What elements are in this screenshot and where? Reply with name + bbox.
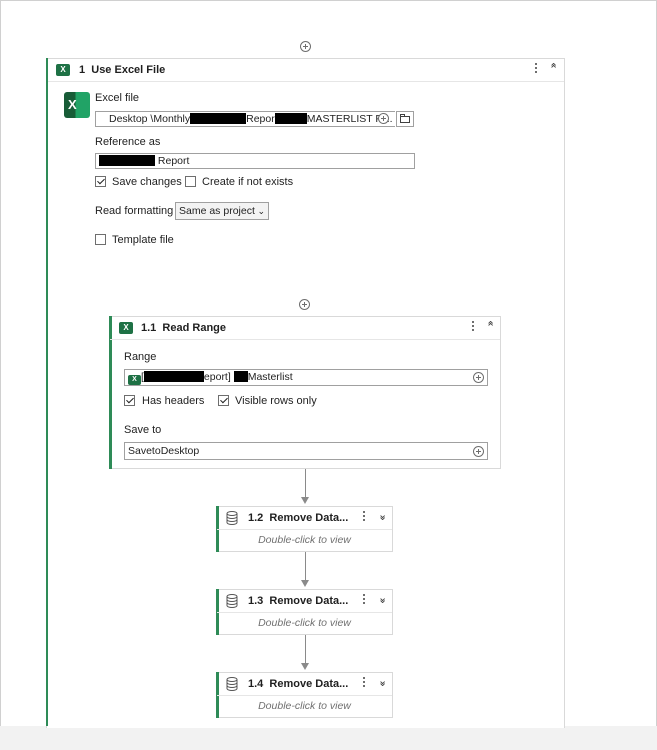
range-input[interactable]: X[eport] Masterlist	[124, 369, 488, 386]
remove-data-activity-1[interactable]: 1.2 Remove Data... ⌄ ⌄ Double-click to vi…	[216, 506, 393, 552]
read-range-header[interactable]: X 1.1 Read Range ⌃ ⌃	[110, 317, 500, 340]
read-formatting-select[interactable]: Same as project ⌄	[175, 202, 269, 220]
use-excel-file-accent	[46, 58, 48, 726]
database-icon	[226, 594, 238, 608]
create-if-not-exists-checkbox[interactable]	[185, 176, 196, 187]
connector-arrow	[301, 497, 309, 504]
connector-line	[305, 469, 306, 498]
collapse-icon[interactable]: ⌃ ⌃	[486, 321, 495, 343]
step-number: 1.3	[248, 595, 264, 607]
connector-arrow	[301, 663, 309, 670]
reference-as-input[interactable]: Report	[95, 153, 415, 169]
step-number: 1.4	[248, 678, 264, 690]
has-headers-label: Has headers	[142, 395, 205, 407]
range-label: Range	[124, 351, 157, 363]
activity-title: Remove Data...	[269, 678, 349, 690]
double-click-hint: Double-click to view	[258, 617, 351, 629]
kebab-menu-icon[interactable]	[363, 511, 366, 523]
database-icon	[226, 511, 238, 525]
remove-data-header[interactable]: 1.2 Remove Data... ⌄ ⌄	[217, 507, 392, 530]
activity-title: Read Range	[162, 322, 226, 334]
excel-icon: X	[128, 375, 141, 385]
folder-icon[interactable]	[396, 111, 414, 127]
dropdown-icon: ⌄	[257, 206, 265, 216]
create-if-not-exists-label: Create if not exists	[202, 176, 294, 188]
step-number: 1	[79, 64, 86, 76]
excel-icon: X	[119, 322, 133, 334]
canvas-bottom-strip	[0, 726, 657, 750]
add-range-icon[interactable]	[473, 372, 484, 383]
template-file-checkbox[interactable]	[95, 234, 106, 245]
has-headers-checkbox[interactable]	[124, 395, 135, 406]
double-click-hint: Double-click to view	[258, 534, 351, 546]
read-range-activity[interactable]: X 1.1 Read Range ⌃ ⌃ Range X[eport] Maste…	[109, 316, 501, 469]
visible-rows-only-label: Visible rows only	[235, 395, 317, 407]
read-formatting-label: Read formatting	[95, 205, 174, 217]
save-changes-label: Save changes	[112, 176, 182, 188]
activity-title: Use Excel File	[91, 64, 166, 76]
reference-as-label: Reference as	[95, 136, 161, 148]
double-click-hint: Double-click to view	[258, 700, 351, 712]
add-save-to-icon[interactable]	[473, 446, 484, 457]
save-changes-checkbox[interactable]	[95, 176, 106, 187]
add-activity-icon[interactable]	[299, 299, 310, 310]
database-icon	[226, 677, 238, 691]
step-number: 1.1	[141, 322, 157, 334]
collapse-icon[interactable]: ⌃ ⌃	[549, 63, 558, 85]
add-excel-file-icon[interactable]	[378, 113, 389, 124]
remove-data-header[interactable]: 1.4 Remove Data... ⌄ ⌄	[217, 673, 392, 696]
kebab-menu-icon[interactable]	[472, 321, 475, 333]
excel-icon: X	[56, 64, 70, 76]
use-excel-file-header[interactable]: X 1 Use Excel File ⌃ ⌃	[47, 59, 564, 82]
visible-rows-only-checkbox[interactable]	[218, 395, 229, 406]
kebab-menu-icon[interactable]	[363, 677, 366, 689]
activity-title: Remove Data...	[269, 595, 349, 607]
remove-data-activity-2[interactable]: 1.3 Remove Data... ⌄ ⌄ Double-click to vi…	[216, 589, 393, 635]
excel-file-icon: X	[64, 92, 90, 118]
step-number: 1.2	[248, 512, 264, 524]
kebab-menu-icon[interactable]	[363, 594, 366, 606]
activity-title: Remove Data...	[269, 512, 349, 524]
kebab-menu-icon[interactable]	[535, 63, 538, 75]
add-activity-icon[interactable]	[300, 41, 311, 52]
remove-data-header[interactable]: 1.3 Remove Data... ⌄ ⌄	[217, 590, 392, 613]
connector-arrow	[301, 580, 309, 587]
connector-line	[305, 635, 306, 664]
save-to-input[interactable]: SavetoDesktop	[124, 442, 488, 460]
excel-file-label: Excel file	[95, 92, 140, 104]
template-file-label: Template file	[112, 234, 174, 246]
connector-line	[305, 552, 306, 581]
remove-data-activity-3[interactable]: 1.4 Remove Data... ⌄ ⌄ Double-click to vi…	[216, 672, 393, 718]
excel-file-input[interactable]: Desktop \Monthly Repor MASTERLIST F'...	[95, 111, 395, 127]
save-to-label: Save to	[124, 424, 162, 436]
